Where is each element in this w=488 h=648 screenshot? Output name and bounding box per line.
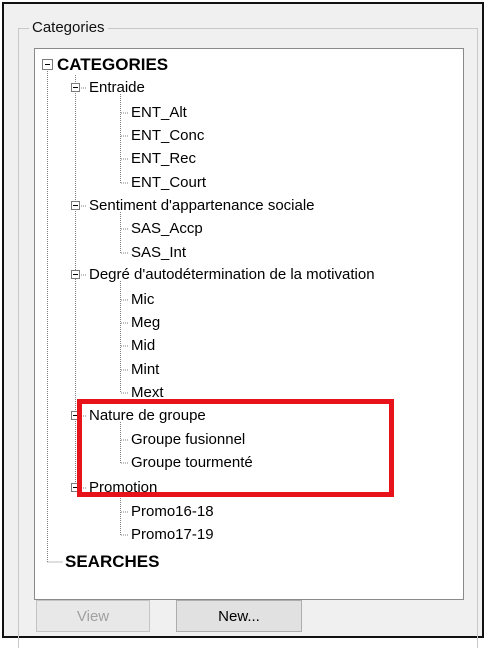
tree-leaf[interactable]: Mint <box>131 358 159 382</box>
tree-node-entraide[interactable]: Entraide <box>89 76 145 100</box>
collapse-icon[interactable] <box>71 270 80 279</box>
tree-lines <box>47 69 129 563</box>
tree-leaf[interactable]: Mid <box>131 334 155 358</box>
category-tree[interactable]: CATEGORIES Entraide ENT_Alt ENT_Conc ENT… <box>34 48 464 600</box>
collapse-icon[interactable] <box>71 83 80 92</box>
tree-leaf[interactable]: ENT_Rec <box>131 147 196 171</box>
collapse-icon[interactable] <box>71 483 80 492</box>
tree-leaf[interactable]: ENT_Conc <box>131 124 204 148</box>
tree-leaf[interactable]: Groupe tourmenté <box>131 451 253 475</box>
groupbox-title: Categories <box>29 18 108 38</box>
tree-node-promotion[interactable]: Promotion <box>89 476 157 500</box>
tree-leaf[interactable]: SAS_Int <box>131 241 186 265</box>
collapse-icon[interactable] <box>42 59 53 70</box>
tree-root-categories[interactable]: CATEGORIES <box>57 53 168 77</box>
tree-leaf[interactable]: Promo17-19 <box>131 523 214 547</box>
tree-leaf[interactable]: ENT_Court <box>131 171 206 195</box>
collapse-icon[interactable] <box>71 201 80 210</box>
tree-leaf[interactable]: SAS_Accp <box>131 217 203 241</box>
tree-leaf[interactable]: Groupe fusionnel <box>131 428 245 452</box>
collapse-icon[interactable] <box>71 411 80 420</box>
tree-leaf[interactable]: Mext <box>131 381 164 405</box>
tree-leaf[interactable]: Meg <box>131 311 160 335</box>
view-button[interactable]: View <box>36 600 150 632</box>
tree-node-degre[interactable]: Degré d'autodétermination de la motivati… <box>89 263 375 287</box>
tree-root-searches[interactable]: SEARCHES <box>65 550 159 574</box>
window-frame: Categories CATEGORIES Entraide ENT_Alt E… <box>2 2 484 648</box>
tree-node-nature[interactable]: Nature de groupe <box>89 404 206 428</box>
tree-leaf[interactable]: ENT_Alt <box>131 101 187 125</box>
tree-leaf[interactable]: Mic <box>131 288 154 312</box>
tree-node-sentiment[interactable]: Sentiment d'appartenance sociale <box>89 194 315 218</box>
tree-leaf[interactable]: Promo16-18 <box>131 500 214 524</box>
new-button[interactable]: New... <box>176 600 302 632</box>
